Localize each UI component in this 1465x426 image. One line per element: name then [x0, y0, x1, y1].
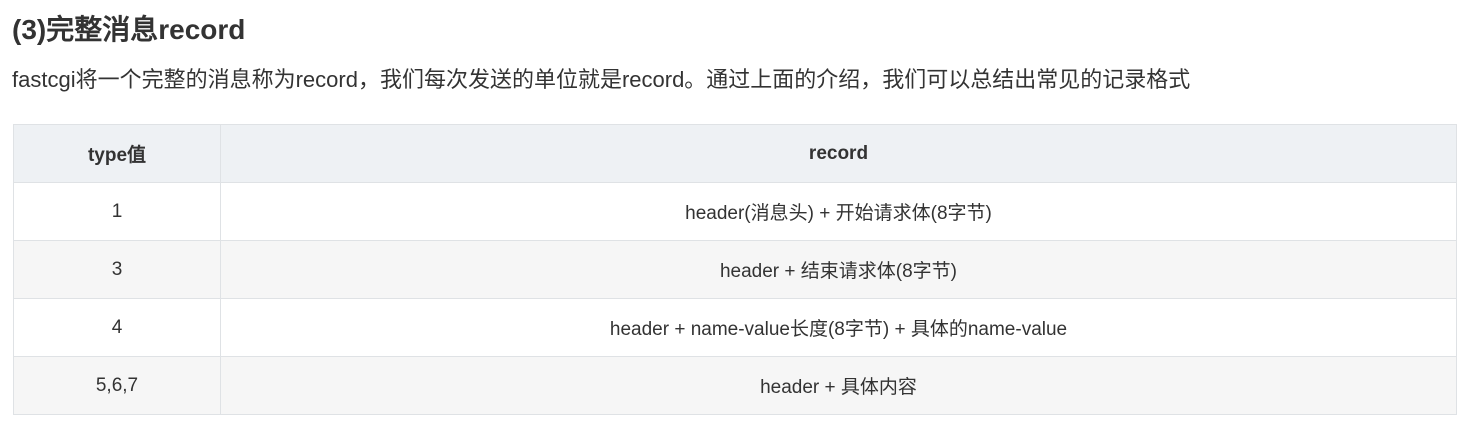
record-format-table: type值 record 1 header(消息头) + 开始请求体(8字节) … — [13, 124, 1457, 415]
cell-type: 5,6,7 — [13, 356, 221, 415]
column-header-type: type值 — [13, 124, 221, 183]
cell-record: header(消息头) + 开始请求体(8字节) — [220, 182, 1457, 241]
table-row: 1 header(消息头) + 开始请求体(8字节) — [13, 182, 1457, 241]
cell-record: header + name-value长度(8字节) + 具体的name-val… — [220, 298, 1457, 357]
cell-type: 4 — [13, 298, 221, 357]
cell-record: header + 结束请求体(8字节) — [220, 240, 1457, 299]
table-row: 5,6,7 header + 具体内容 — [13, 356, 1457, 415]
column-header-record: record — [220, 124, 1457, 183]
cell-record: header + 具体内容 — [220, 356, 1457, 415]
cell-type: 1 — [13, 182, 221, 241]
intro-paragraph: fastcgi将一个完整的消息称为record，我们每次发送的单位就是recor… — [12, 67, 1191, 92]
cell-type: 3 — [13, 240, 221, 299]
table-row: 4 header + name-value长度(8字节) + 具体的name-v… — [13, 298, 1457, 357]
table-header-row: type值 record — [13, 124, 1457, 183]
table-row: 3 header + 结束请求体(8字节) — [13, 240, 1457, 299]
article-content: (3)完整消息record fastcgi将一个完整的消息称为record，我们… — [0, 0, 1465, 426]
section-heading: (3)完整消息record — [12, 14, 246, 45]
